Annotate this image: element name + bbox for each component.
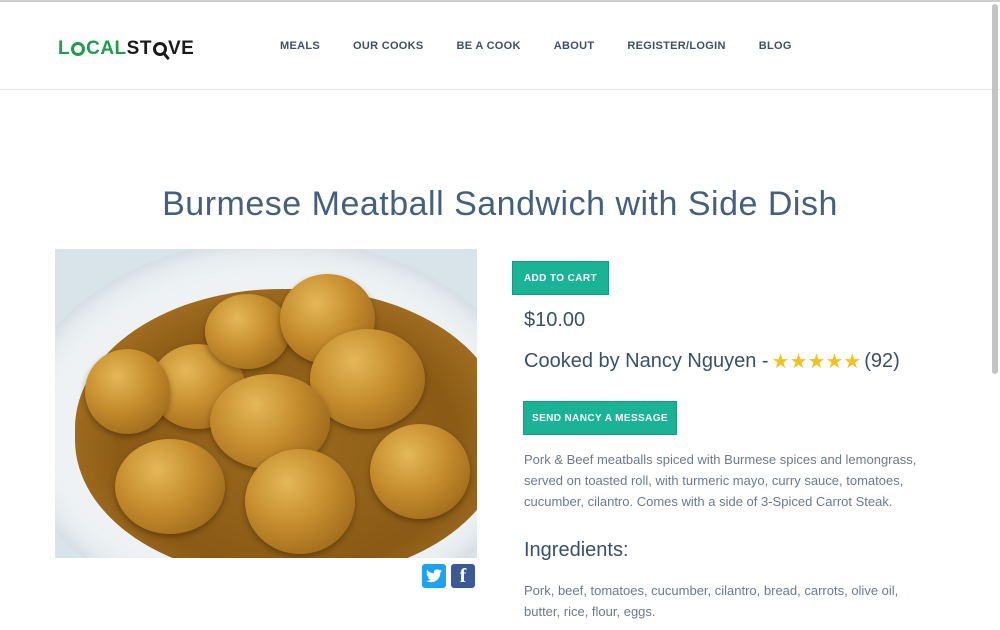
site-header: L CAL ST VE MEALS OUR COOKS BE A COOK AB… xyxy=(0,2,1000,90)
ingredients-list: Pork, beef, tomatoes, cucumber, cilantro… xyxy=(524,583,899,619)
nav-our-cooks[interactable]: OUR COOKS xyxy=(353,40,424,52)
nav-blog[interactable]: BLOG xyxy=(759,40,792,52)
logo-spoon-icon xyxy=(152,42,170,61)
logo-text-st: ST xyxy=(126,38,152,59)
main-nav: MEALS OUR COOKS BE A COOK ABOUT REGISTER… xyxy=(280,40,825,52)
nav-be-a-cook[interactable]: BE A COOK xyxy=(457,40,521,52)
twitter-icon[interactable] xyxy=(422,564,446,588)
rating-stars: ★★★★★ xyxy=(771,351,862,373)
rating-count[interactable]: (92) xyxy=(864,350,900,373)
nav-about[interactable]: ABOUT xyxy=(554,40,595,52)
logo-text-l: L xyxy=(58,38,71,59)
meal-photo xyxy=(55,249,477,558)
logo-text-cal: CAL xyxy=(86,38,127,59)
localstove-logo[interactable]: L CAL ST VE xyxy=(58,35,194,63)
facebook-icon[interactable]: f xyxy=(451,564,475,588)
logo-o-ring xyxy=(71,42,86,56)
ingredients-heading: Ingredients: xyxy=(524,539,629,561)
nav-meals[interactable]: MEALS xyxy=(280,40,320,52)
logo-text-ve: VE xyxy=(167,38,195,59)
nav-register-login[interactable]: REGISTER/LOGIN xyxy=(627,40,725,52)
add-to-cart-button[interactable]: ADD TO CART xyxy=(512,261,609,295)
share-icons: f xyxy=(422,564,480,588)
cooked-by-label[interactable]: Cooked by Nancy Nguyen - xyxy=(524,350,769,373)
meal-price: $10.00 xyxy=(524,309,586,331)
meal-description: Pork & Beef meatballs spiced with Burmes… xyxy=(524,452,917,509)
send-message-button[interactable]: SEND NANCY A MESSAGE xyxy=(523,401,677,435)
cook-rating-line: Cooked by Nancy Nguyen - ★★★★★ (92) xyxy=(524,349,900,374)
meal-title: Burmese Meatball Sandwich with Side Dish xyxy=(162,185,838,223)
